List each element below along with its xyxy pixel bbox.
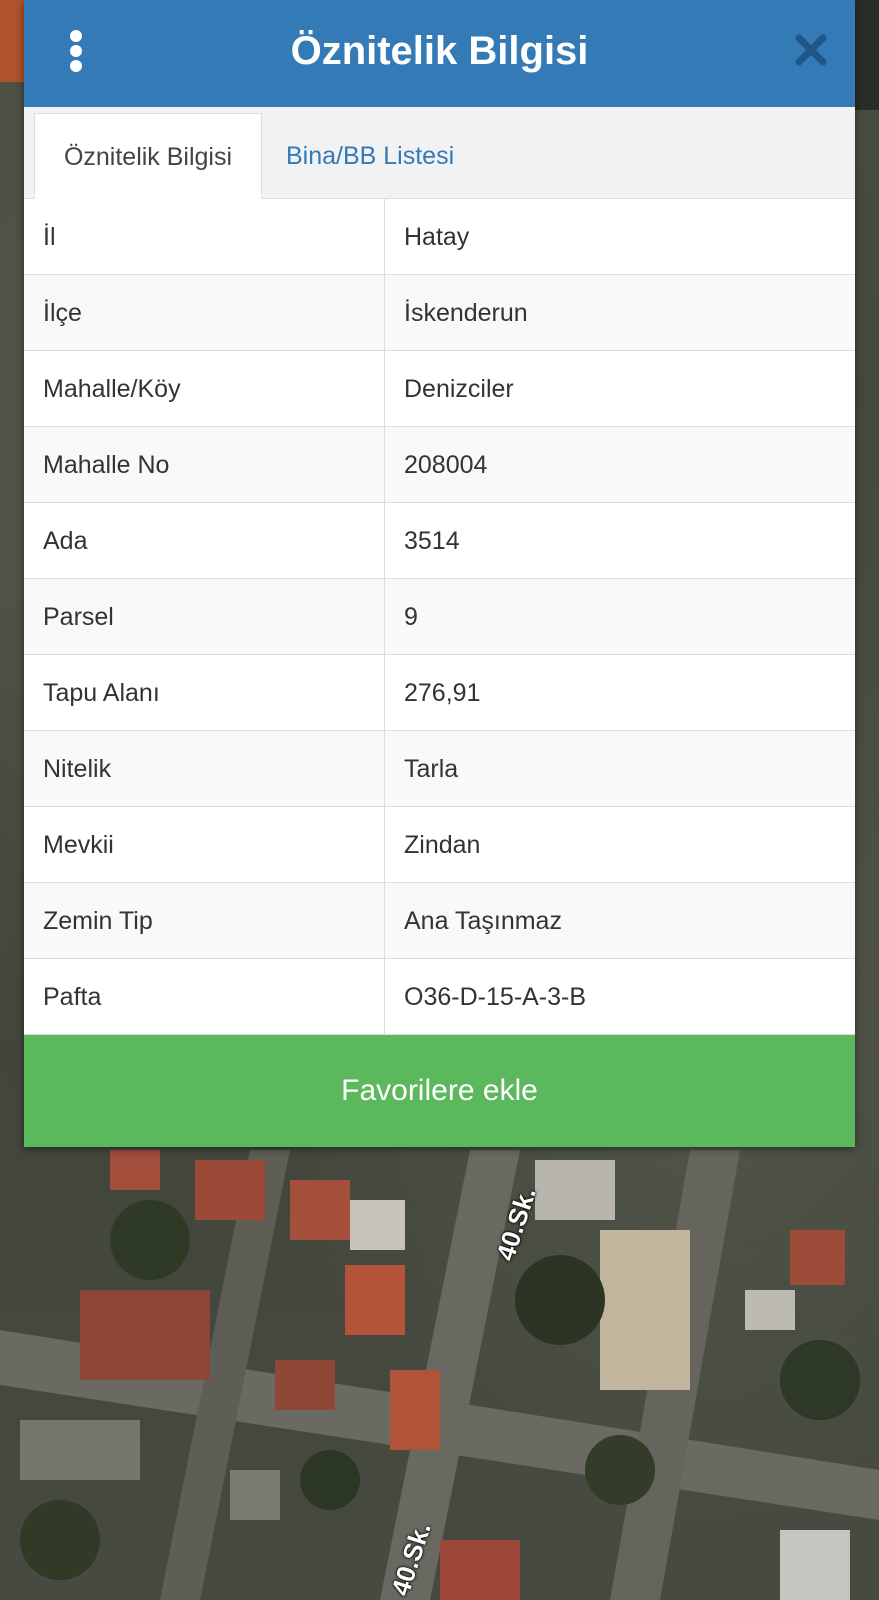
row-label: Mahalle No — [24, 427, 385, 502]
row-label: İlçe — [24, 275, 385, 350]
tab-building-list[interactable]: Bina/BB Listesi — [286, 113, 454, 199]
add-to-favorites-button[interactable]: Favorilere ekle — [24, 1035, 855, 1147]
row-value: 3514 — [404, 527, 460, 555]
row-value: Hatay — [404, 223, 470, 251]
map-overlay-strip-right — [853, 0, 879, 110]
row-label: Zemin Tip — [24, 883, 385, 958]
table-row: Nitelik Tarla — [24, 731, 855, 807]
table-row: Mevkii Zindan — [24, 807, 855, 883]
row-label: Tapu Alanı — [24, 655, 385, 730]
row-value: 9 — [404, 603, 418, 631]
attribute-info-panel: Öznitelik Bilgisi Öznitelik Bilgisi Bina… — [24, 0, 855, 1147]
row-label: Nitelik — [24, 731, 385, 806]
row-value: Tarla — [404, 755, 459, 783]
row-label: Ada — [24, 503, 385, 578]
row-value: Ana Taşınmaz — [404, 907, 562, 935]
row-label: Mevkii — [24, 807, 385, 882]
table-row: Mahalle No 208004 — [24, 427, 855, 503]
row-value: O36-D-15-A-3-B — [404, 983, 586, 1011]
row-value: Zindan — [404, 831, 481, 859]
panel-title: Öznitelik Bilgisi — [290, 29, 589, 73]
close-icon[interactable] — [793, 32, 829, 68]
tab-attribute-info[interactable]: Öznitelik Bilgisi — [34, 113, 262, 199]
attribute-table: İl Hatay İlçe İskenderun Mahalle/Köy Den… — [24, 199, 855, 1035]
table-row: İl Hatay — [24, 199, 855, 275]
table-row: İlçe İskenderun — [24, 275, 855, 351]
row-value: 276,91 — [404, 679, 481, 707]
map-overlay-strip — [0, 0, 24, 82]
row-label: Mahalle/Köy — [24, 351, 385, 426]
row-label: Parsel — [24, 579, 385, 654]
table-row: Tapu Alanı 276,91 — [24, 655, 855, 731]
row-value: İskenderun — [404, 299, 528, 327]
panel-header: Öznitelik Bilgisi — [24, 0, 855, 107]
table-row: Pafta O36-D-15-A-3-B — [24, 959, 855, 1035]
table-row: Parsel 9 — [24, 579, 855, 655]
row-label: İl — [24, 199, 385, 274]
row-value: Denizciler — [404, 375, 514, 403]
tab-bar: Öznitelik Bilgisi Bina/BB Listesi — [24, 107, 855, 199]
row-value: 208004 — [404, 451, 488, 479]
table-row: Ada 3514 — [24, 503, 855, 579]
row-label: Pafta — [24, 959, 385, 1034]
table-row: Mahalle/Köy Denizciler — [24, 351, 855, 427]
table-row: Zemin Tip Ana Taşınmaz — [24, 883, 855, 959]
